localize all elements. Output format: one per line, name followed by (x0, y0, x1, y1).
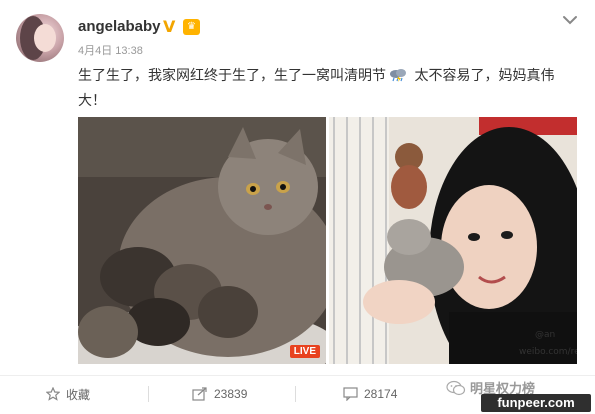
action-separator (148, 386, 149, 402)
comment-count: 28174 (364, 387, 398, 401)
weibo-post: angelababy V ♛ 4月4日 13:38 生了生了，我家网红终于生了，… (0, 0, 595, 414)
live-photo-badge: LIVE (289, 345, 320, 358)
repost-button[interactable]: 23839 (192, 384, 247, 404)
member-crown-icon: ♛ (183, 19, 200, 35)
favorite-label: 收藏 (66, 387, 91, 402)
star-icon (46, 387, 60, 401)
cat-photo-illustration (78, 117, 326, 364)
post-content: 生了生了，我家网红终于生了，生了一窝叫清明节 太不容易了，妈妈真伟大！ (78, 64, 578, 114)
repost-count: 23839 (214, 387, 248, 401)
comment-button[interactable]: 28174 (343, 384, 397, 404)
repost-icon (192, 387, 207, 401)
avatar-face (34, 24, 56, 52)
favorite-button[interactable]: 收藏 (46, 384, 90, 404)
photo-cat-with-kittens[interactable]: LIVE (78, 117, 326, 364)
wechat-icon (446, 380, 466, 395)
site-watermark: funpeer.com (481, 394, 591, 412)
post-text-part1: 生了生了，我家网红终于生了，生了一窝叫清明节 (78, 68, 386, 84)
comment-icon (343, 387, 358, 401)
watermark-url: weibo.com/realan (519, 347, 577, 357)
cloud-rain-icon (390, 69, 406, 82)
woman-photo-illustration (329, 117, 577, 364)
action-bar-divider (0, 375, 595, 376)
username[interactable]: angelababy (78, 18, 161, 35)
post-timestamp[interactable]: 4月4日 13:38 (78, 42, 143, 58)
action-separator (295, 386, 296, 402)
chevron-down-icon[interactable] (558, 8, 582, 32)
photo-woman-with-kitten[interactable]: @an weibo.com/realan (329, 117, 577, 364)
verified-badge-icon: V (163, 17, 176, 36)
avatar[interactable] (16, 14, 64, 62)
watermark-handle: @an (535, 330, 556, 340)
